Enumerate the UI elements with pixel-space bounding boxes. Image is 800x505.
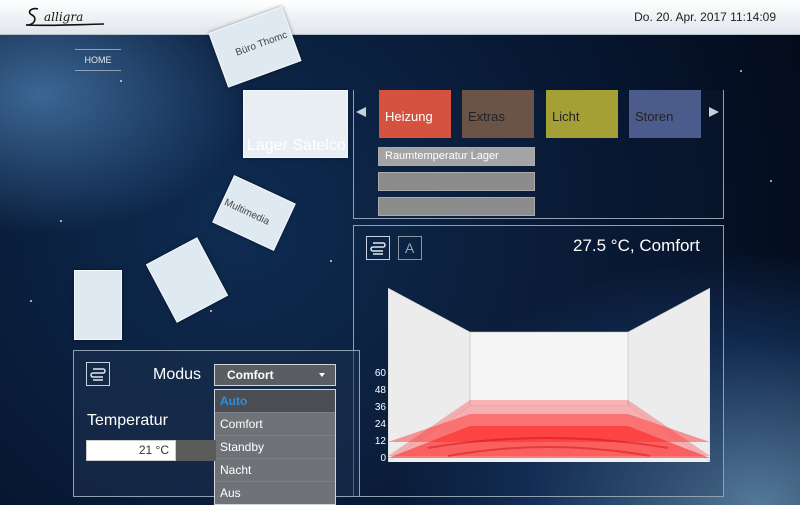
subitem-empty-2[interactable] — [378, 197, 535, 216]
temperature-input[interactable]: 21 °C — [86, 440, 176, 461]
scale-tick: 12 — [374, 436, 386, 447]
modus-option-nacht[interactable]: Nacht — [215, 459, 335, 482]
room-tile-lager[interactable]: Lager Satelco — [243, 90, 348, 158]
modus-option-standby[interactable]: Standby — [215, 436, 335, 459]
modus-option-aus[interactable]: Aus — [215, 482, 335, 505]
scale-tick: 60 — [374, 368, 386, 379]
room-tile-5[interactable] — [74, 270, 122, 340]
category-storen[interactable]: Storen — [629, 90, 701, 138]
category-extras[interactable]: Extras — [462, 90, 534, 138]
brand-logo: alligra — [25, 7, 105, 27]
subitem-raumtemperatur[interactable]: Raumtemperatur Lager — [378, 147, 535, 166]
current-temperature-status: 27.5 °C, Comfort — [573, 236, 700, 255]
subitem-empty-1[interactable] — [378, 172, 535, 191]
current-datetime: Do. 20. Apr. 2017 11:14:09 — [634, 10, 776, 24]
temperature-slider[interactable] — [176, 440, 216, 461]
modus-option-auto[interactable]: Auto — [215, 390, 335, 413]
modus-selected-value: Comfort — [227, 368, 274, 382]
control-menu-button[interactable] — [86, 362, 110, 386]
scale-tick: 24 — [374, 419, 386, 430]
room-tile-label: Lager Satelco — [247, 137, 346, 154]
mode-auto-button[interactable]: A — [398, 236, 422, 260]
category-heizung[interactable]: Heizung — [379, 90, 451, 138]
next-arrow-icon[interactable] — [708, 106, 720, 118]
mode-letter: A — [405, 240, 415, 256]
room-tile-label: Büro Thomc — [234, 29, 289, 59]
hamburger-icon — [370, 242, 386, 255]
hamburger-icon — [90, 368, 106, 381]
modus-select[interactable]: Comfort — [214, 364, 336, 386]
temperature-label: Temperatur — [87, 412, 168, 429]
top-bar: alligra Do. 20. Apr. 2017 11:14:09 — [0, 0, 800, 35]
category-licht[interactable]: Licht — [546, 90, 618, 138]
scale-tick: 48 — [374, 385, 386, 396]
chevron-down-icon — [319, 373, 325, 377]
modus-dropdown: Auto Comfort Standby Nacht Aus — [214, 389, 336, 505]
room-tile-label: Multimedia — [222, 197, 272, 228]
room-3d-heating-graphic — [388, 288, 710, 462]
svg-text:alligra: alligra — [44, 10, 83, 24]
prev-arrow-icon[interactable] — [355, 106, 367, 118]
scale-tick: 0 — [380, 453, 386, 464]
menu-toggle-button[interactable] — [366, 236, 390, 260]
home-link[interactable]: HOME — [75, 49, 121, 71]
scale-tick: 36 — [374, 402, 386, 413]
modus-label: Modus — [153, 366, 202, 383]
modus-option-comfort[interactable]: Comfort — [215, 413, 335, 436]
